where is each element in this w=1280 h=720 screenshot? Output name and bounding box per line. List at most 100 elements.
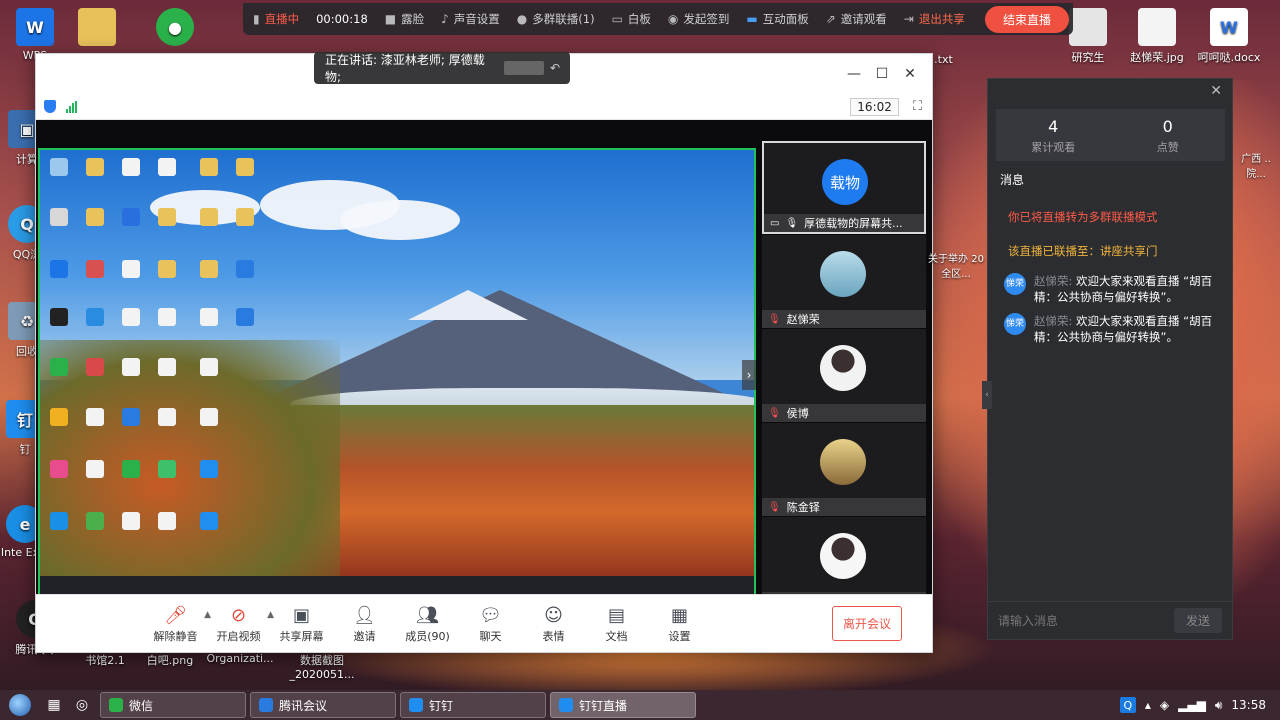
avatar: 悌荣 [1004,313,1026,335]
mini-desktop-icon [158,358,176,376]
chat-panel-icon: ▬ [746,12,758,26]
minimize-icon[interactable]: — [840,66,868,82]
desktop-icon-guangxi[interactable]: 广西 ..院... [1232,150,1280,180]
close-icon[interactable]: ✕ [1210,83,1222,99]
close-icon[interactable]: ✕ [896,66,924,82]
signal-icon[interactable] [66,100,77,113]
mini-desktop-icon [200,260,218,278]
invite-button[interactable]: 👤︎ 邀请 [333,604,396,644]
system-message: 你已将直播转为多群联播模式 [1008,210,1158,224]
desktop-icon-folder[interactable] [62,8,132,49]
taskbar-item-wechat[interactable]: 微信 [100,692,246,718]
collapse-panel-icon[interactable]: ‹ [982,381,992,409]
fullscreen-icon[interactable]: ⛶ [913,99,922,114]
toolbar-label: 邀请 [353,629,376,643]
mini-desktop-icon [122,460,140,478]
system-tray: Q ▴ ◈ ▂▄▆ 🔊︎ 13:58 [1119,697,1280,713]
members-icon: 👥︎ [416,604,439,626]
desktop-icon-wechat[interactable]: ● [140,8,210,49]
whiteboard-button[interactable]: ▭ 白板 [612,11,651,27]
chat-input[interactable]: 请输入消息 [998,612,1058,629]
sound-icon: ♪ [441,12,449,26]
taskbar-item-tencent-meeting[interactable]: 腾讯会议 [250,692,396,718]
chevron-right-icon[interactable]: › [742,360,756,390]
mic-icon: 🎙 [785,217,799,229]
emoji-button[interactable]: ☺ 表情 [522,604,585,644]
send-button[interactable]: 发送 [1173,608,1222,633]
volume-icon[interactable]: 🔊︎ [1215,698,1223,713]
mic-muted-icon: 🎙 [768,407,781,419]
participant-tile[interactable]: 🎙 [762,517,926,596]
mini-desktop-icon [86,308,104,326]
reply-icon[interactable]: ↶ [550,61,560,75]
interaction-panel-button[interactable]: ▬ 互动面板 [746,11,808,27]
invite-icon: 👤︎ [353,604,376,626]
windows-logo-icon [9,694,31,716]
toolbar-label: 设置 [668,629,691,643]
desktop-icon-screenshot[interactable]: 数据截图 _2020051... [282,652,362,681]
toolbar-label: 聊天 [479,629,502,643]
taskbar-item-dingtalk-live[interactable]: 钉钉直播 [550,692,696,718]
members-button[interactable]: 👥︎ 成员(90) [396,604,459,644]
exit-share-button[interactable]: ⇥ 退出共享 [904,11,965,27]
shield-icon[interactable] [44,100,56,113]
image-file-icon [1069,8,1107,46]
qq-tray-icon[interactable]: Q [1119,697,1136,713]
mini-desktop-icon [122,358,140,376]
viewers-stat: 4 累计观看 [996,109,1111,161]
sound-settings-button[interactable]: ♪ 声音设置 [441,11,500,27]
end-live-button[interactable]: 结束直播 [984,5,1069,33]
multi-group-button[interactable]: ● 多群联播(1) [517,11,595,27]
chat-button[interactable]: 💬︎ 聊天 [459,604,522,644]
document-icon: ▤ [607,604,625,626]
desktop-icon-library[interactable]: 书馆2.1 [70,652,140,668]
desktop-icon-org[interactable]: Organizati... [200,652,280,665]
caret-up-icon[interactable]: ▲ [267,610,274,620]
multi-group-label: 多群联播(1) [532,12,595,26]
participant-name: 侯博 [786,407,809,420]
show-face-button[interactable]: ■ 露脸 [385,11,424,27]
desktop-icon-label: 书馆2.1 [85,654,125,667]
mini-desktop-icon [86,208,104,226]
wifi-icon[interactable]: ▂▄▆ [1178,698,1206,712]
mini-desktop-icon [50,512,68,530]
mini-desktop-icon [86,358,104,376]
interaction-panel: ✕ 4 累计观看 0 点赞 消息 你已将直播转为多群联播模式 该直播已联播至：讲… [982,78,1233,640]
file-explorer-icon[interactable]: ▦ [40,690,68,720]
start-video-button[interactable]: ⊘ 开启视频 [207,604,270,644]
toolbar-label: 解除静音 [153,629,198,643]
tray-clock[interactable]: 13:58 [1231,698,1266,712]
desktop-icon-docx[interactable]: W 呵呵哒.docx [1194,8,1264,65]
check-in-button[interactable]: ◉ 发起签到 [668,11,729,27]
mini-desktop-icon [200,158,218,176]
unmute-button[interactable]: 🎤︎ 解除静音 [144,604,207,644]
participant-tile[interactable]: 载物 ▭ 🎙 厚德载物的屏幕共... [762,141,926,234]
camera-icon: ■ [384,12,397,26]
desktop-icon-png[interactable]: 白吧.png [140,652,200,668]
share-screen-button[interactable]: ▣ 共享屏幕 [270,604,333,644]
participant-tile[interactable]: 🎙 陈金铎 [762,423,926,516]
participant-tile[interactable]: 🎙 赵悌荣 [762,235,926,328]
mini-desktop-icon [86,408,104,426]
maximize-icon[interactable]: ☐ [868,66,896,82]
participant-tile[interactable]: 🎙 侯博 [762,329,926,422]
settings-button[interactable]: ▦ 设置 [648,604,711,644]
desktop-icon-photo[interactable]: 赵悌荣.jpg [1122,8,1192,65]
live-timer: 00:00:18 [316,12,368,26]
mini-desktop-icon [236,260,254,278]
taskbar-item-dingtalk[interactable]: 钉钉 [400,692,546,718]
chat-message: 悌荣 赵悌荣: 欢迎大家来观看直播 “胡百精：公共协商与偏好转换”。 [1004,273,1224,305]
document-button[interactable]: ▤ 文档 [585,604,648,644]
mini-desktop-icon [236,158,254,176]
chevron-up-icon[interactable]: ▴ [1145,698,1151,712]
desktop-icon-notice[interactable]: 关于举办 20全区... [926,250,986,280]
network-icon[interactable]: ◈ [1160,698,1169,712]
invite-view-button[interactable]: ⇗ 邀请观看 [826,11,887,27]
browser-icon[interactable]: ◎ [68,690,96,720]
avatar: 悌荣 [1004,273,1026,295]
leave-meeting-button[interactable]: 离开会议 [831,606,902,641]
whiteboard-label: 白板 [627,12,651,26]
start-button[interactable] [0,690,40,720]
live-bars-icon: ▮ [253,12,260,26]
shared-screen[interactable] [38,148,756,596]
